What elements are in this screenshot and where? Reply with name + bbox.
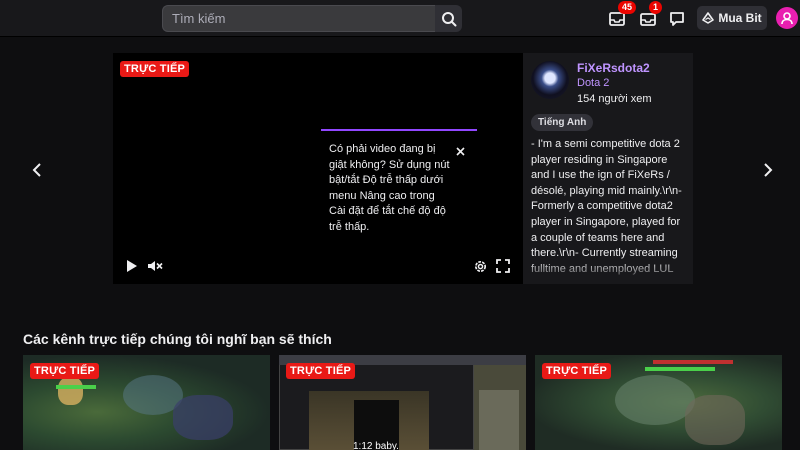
recommended-section-title: Các kênh trực tiếp chúng tôi nghĩ bạn sẽ… (23, 331, 332, 347)
whispers-button[interactable] (666, 8, 688, 30)
thumbnail-art (615, 375, 695, 425)
carousel-prev-button[interactable] (27, 158, 47, 182)
buy-bits-button[interactable]: Mua Bit (697, 6, 767, 30)
thumbnail-art (479, 390, 519, 450)
thumbnail-art (685, 395, 745, 445)
channel-info-panel: FiXeRsdota2 Dota 2 154 người xem Tiếng A… (523, 53, 693, 284)
channel-name[interactable]: FiXeRsdota2 (577, 61, 650, 75)
mute-button[interactable] (146, 257, 164, 275)
language-tag[interactable]: Tiếng Anh (531, 114, 594, 131)
buy-bits-label: Mua Bit (718, 11, 762, 25)
popup-text: Có phải video đang bị giật không? Sử dụn… (329, 143, 450, 233)
chevron-right-icon (764, 163, 773, 177)
inbox-button[interactable]: 45 (606, 1, 637, 30)
inbox-count-badge: 45 (618, 1, 637, 14)
thumbnail-art (56, 385, 96, 389)
recommended-stream-card[interactable]: 1:12 baby. TRỰC TIẾP (279, 355, 526, 450)
search-button[interactable] (435, 5, 462, 32)
viewer-count: 154 người xem (577, 93, 652, 105)
settings-icon (474, 260, 486, 272)
fullscreen-button[interactable] (494, 257, 512, 275)
live-badge: TRỰC TIẾP (542, 363, 612, 379)
thumbnail-art (173, 395, 233, 440)
channel-avatar[interactable] (531, 61, 569, 99)
chevron-left-icon (32, 163, 41, 177)
recommended-stream-card[interactable]: TRỰC TIẾP (23, 355, 270, 450)
close-icon (456, 147, 465, 156)
recommended-stream-card[interactable]: TRỰC TIẾP (535, 355, 782, 450)
thumbnail-art (645, 367, 715, 371)
fullscreen-icon (496, 259, 510, 273)
user-icon (781, 12, 793, 25)
popup-close-button[interactable] (456, 143, 465, 161)
channel-description: - I'm a semi competitive dota 2 player r… (531, 138, 682, 275)
settings-button[interactable] (471, 257, 489, 275)
play-button[interactable] (123, 257, 141, 275)
live-badge: TRỰC TIẾP (30, 363, 100, 379)
whisper-icon (670, 12, 684, 26)
low-latency-popup: Có phải video đang bị giật không? Sử dụn… (321, 129, 477, 239)
thumbnail-caption: 1:12 baby. (353, 441, 399, 450)
top-nav: 45 1 Mua Bit (0, 0, 800, 37)
bits-icon (702, 12, 715, 24)
mute-icon (148, 261, 163, 271)
live-badge: TRỰC TIẾP (286, 363, 356, 379)
thumbnail-art (653, 360, 733, 364)
messages-count-badge: 1 (649, 1, 663, 14)
carousel-next-button[interactable] (758, 158, 778, 182)
featured-video-player[interactable]: TRỰC TIẾP Có phải video đang bị giật khô… (113, 53, 523, 284)
search-bar (162, 5, 462, 32)
search-input[interactable] (162, 5, 436, 32)
description-fade (523, 260, 693, 284)
search-icon (441, 11, 457, 26)
thumbnail-art (58, 377, 83, 405)
messages-button[interactable]: 1 (637, 1, 663, 30)
user-avatar-button[interactable] (776, 7, 798, 29)
live-badge: TRỰC TIẾP (120, 61, 190, 77)
channel-game[interactable]: Dota 2 (577, 77, 609, 89)
play-icon (127, 260, 137, 272)
